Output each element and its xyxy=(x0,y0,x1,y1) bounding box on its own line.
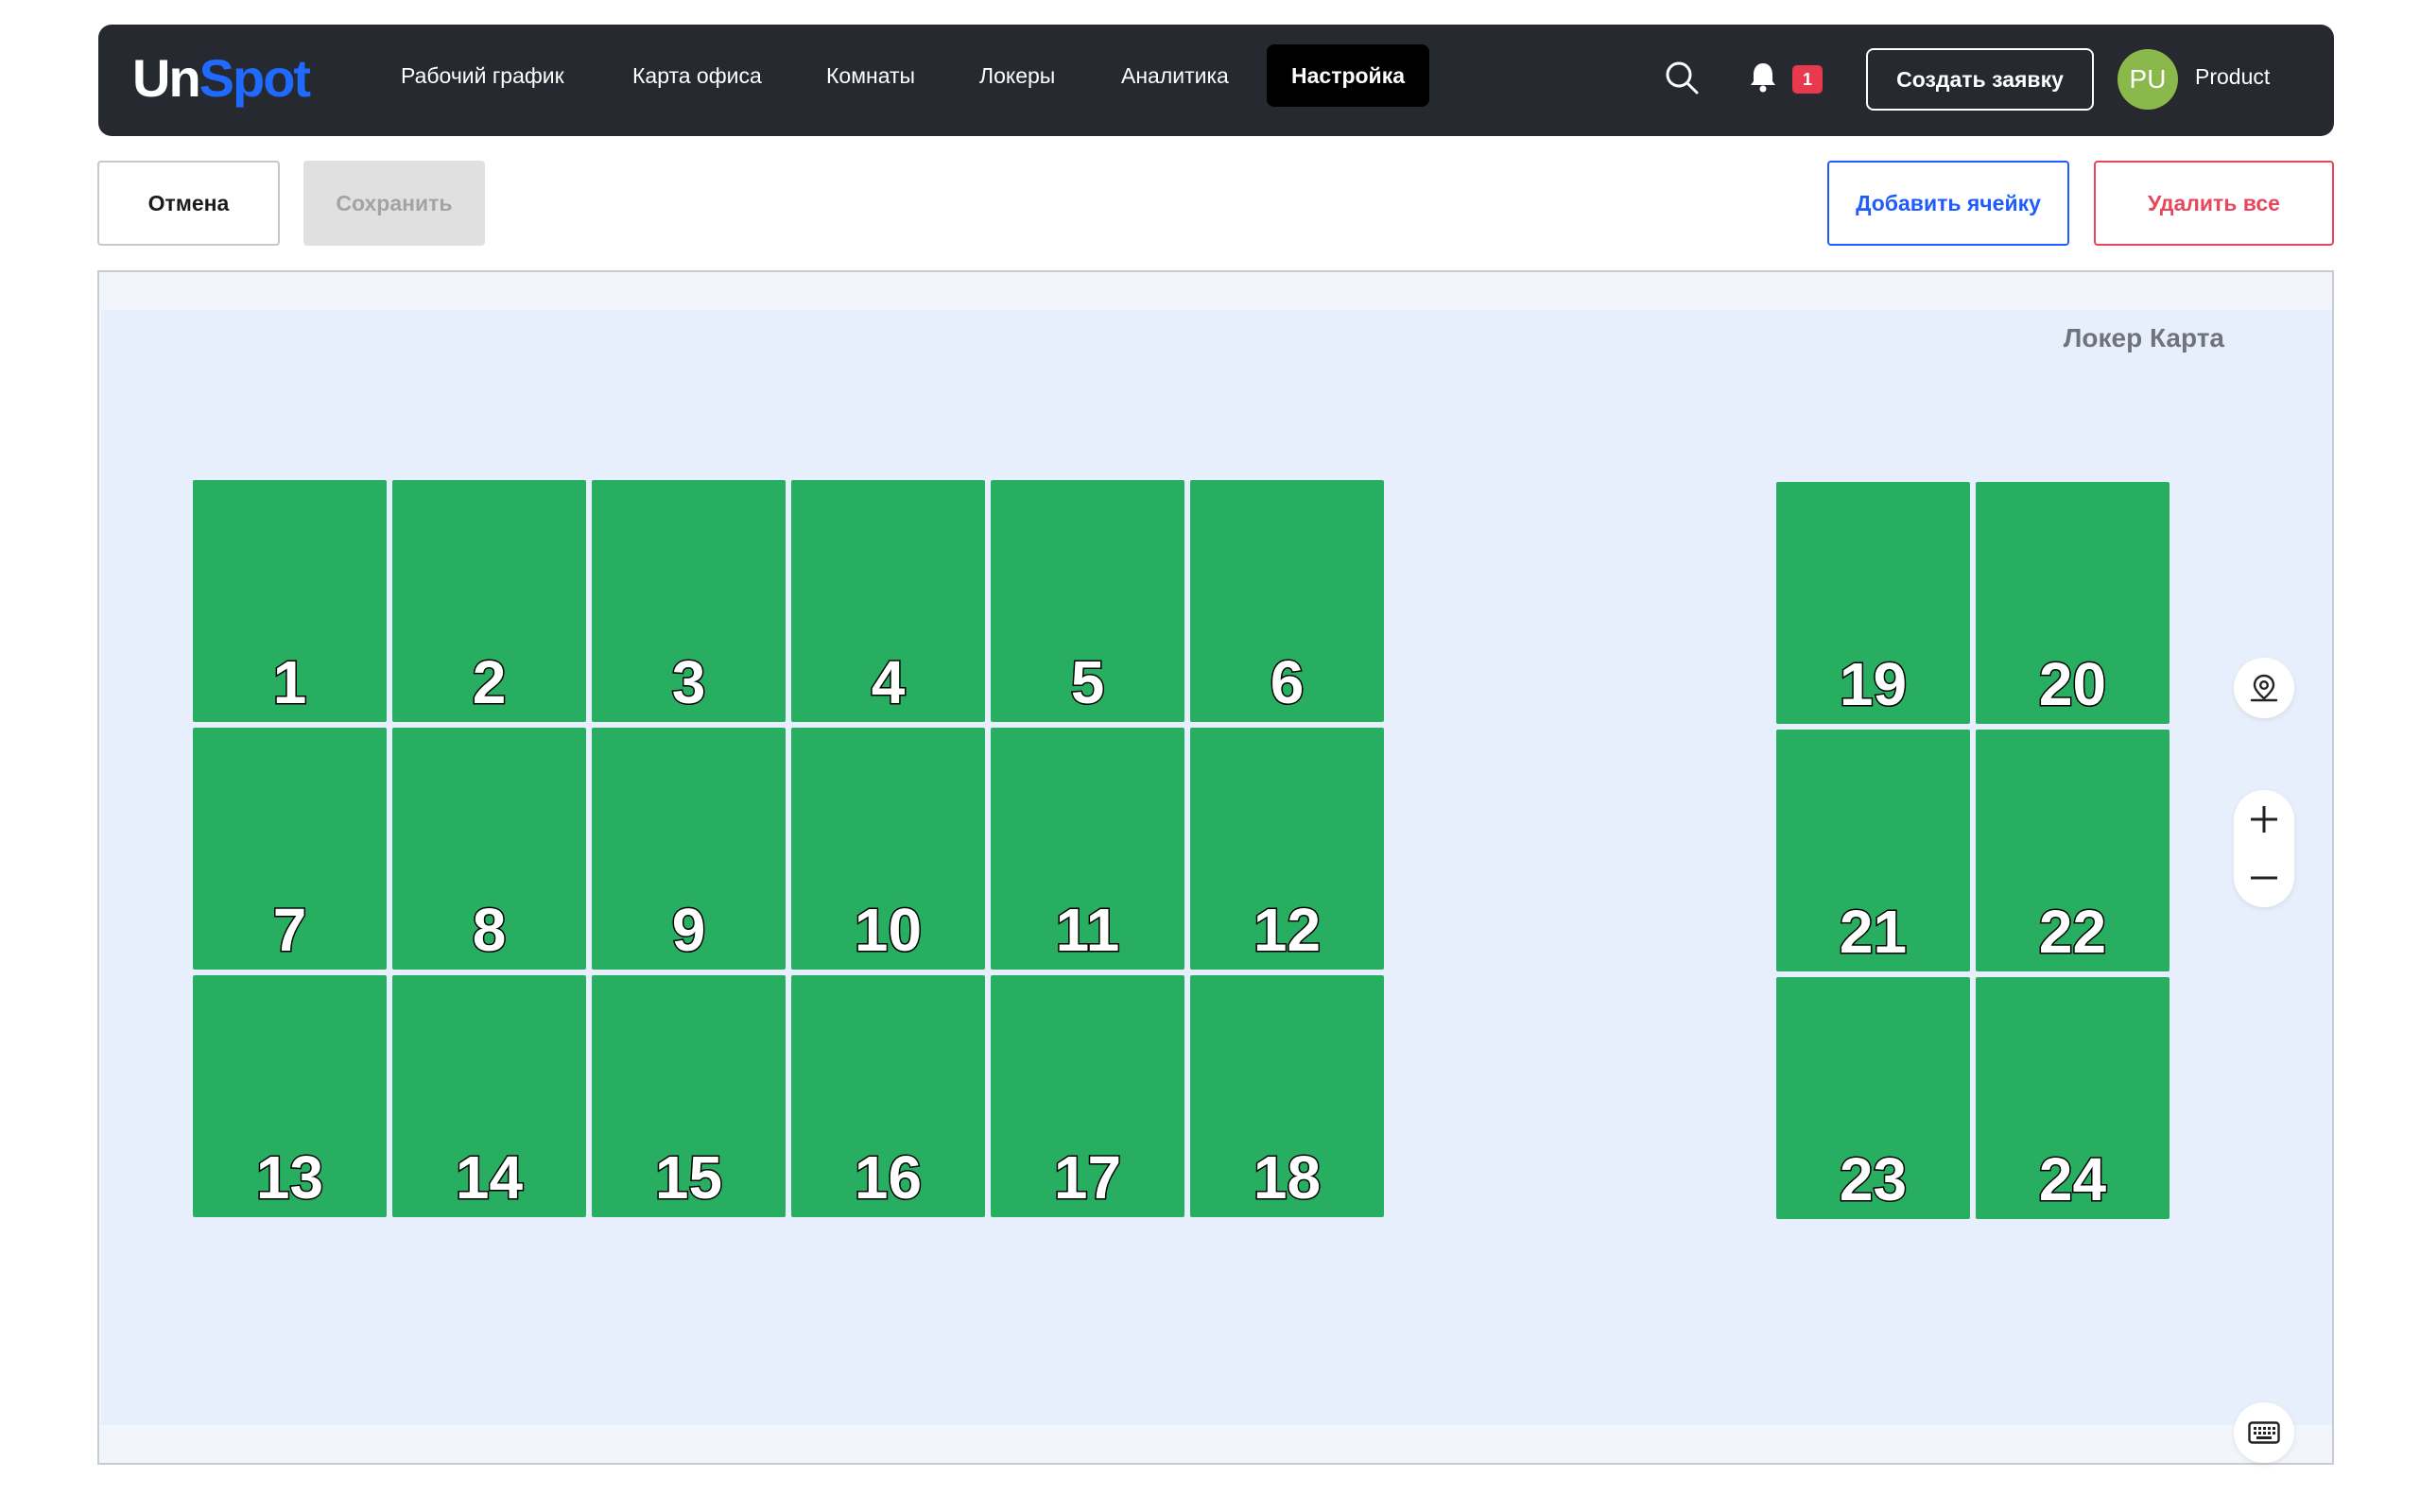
delete-all-button[interactable]: Удалить все xyxy=(2094,161,2334,246)
locker-cell-number: 2 xyxy=(471,648,508,716)
locker-cell-11[interactable]: 11 xyxy=(991,728,1184,970)
locker-cell-22[interactable]: 22 xyxy=(1976,730,2169,971)
locker-cell-23[interactable]: 23 xyxy=(1776,977,1970,1219)
nav-item-rooms[interactable]: Комнаты xyxy=(826,44,915,107)
top-nav-bar: UnSpot Рабочий график Карта офиса Комнат… xyxy=(98,25,2334,136)
nav-item-settings[interactable]: Настройка xyxy=(1267,44,1429,107)
locker-cell-number: 19 xyxy=(1838,650,1908,718)
locker-cell-20[interactable]: 20 xyxy=(1976,482,2169,724)
zoom-in-icon xyxy=(2251,806,2277,833)
zoom-in-button[interactable] xyxy=(2234,790,2294,849)
locker-cell-7[interactable]: 7 xyxy=(193,728,387,970)
locker-cell-number: 24 xyxy=(2037,1145,2107,1213)
search-icon[interactable] xyxy=(1664,60,1700,95)
locker-map-panel: Локер Карта 1 2 3 4 5 6 7 8 9 10 11 12 1… xyxy=(97,270,2334,1465)
notification-badge: 1 xyxy=(1792,65,1823,94)
cancel-button[interactable]: Отмена xyxy=(97,161,280,246)
locker-cell-14[interactable]: 14 xyxy=(392,975,586,1217)
logo-text-un: Un xyxy=(132,48,201,108)
nav-item-work-schedule[interactable]: Рабочий график xyxy=(401,44,564,107)
locker-cell-number: 10 xyxy=(853,896,923,964)
locker-cell-13[interactable]: 13 xyxy=(193,975,387,1217)
locker-cell-21[interactable]: 21 xyxy=(1776,730,1970,971)
locker-cell-number: 8 xyxy=(471,896,508,964)
locker-cell-number: 3 xyxy=(670,648,707,716)
locker-cell-19[interactable]: 19 xyxy=(1776,482,1970,724)
locker-cell-10[interactable]: 10 xyxy=(791,728,985,970)
locker-cell-6[interactable]: 6 xyxy=(1190,480,1384,722)
locker-cell-number: 22 xyxy=(2037,898,2107,966)
locker-cell-number: 18 xyxy=(1252,1143,1322,1211)
user-name[interactable]: Product xyxy=(2195,64,2270,90)
locker-cell-12[interactable]: 12 xyxy=(1190,728,1384,970)
locker-cell-number: 15 xyxy=(653,1143,723,1211)
locker-map-canvas[interactable]: Локер Карта 1 2 3 4 5 6 7 8 9 10 11 12 1… xyxy=(101,310,2332,1463)
create-request-button[interactable]: Создать заявку xyxy=(1866,48,2094,111)
locker-cell-4[interactable]: 4 xyxy=(791,480,985,722)
locate-button[interactable] xyxy=(2234,658,2294,718)
locker-cell-18[interactable]: 18 xyxy=(1190,975,1384,1217)
locker-cell-9[interactable]: 9 xyxy=(592,728,786,970)
locker-cell-number: 7 xyxy=(271,896,308,964)
keyboard-shortcuts-button[interactable] xyxy=(2234,1402,2294,1463)
bell-icon[interactable] xyxy=(1749,60,1777,93)
locker-cell-16[interactable]: 16 xyxy=(791,975,985,1217)
zoom-control xyxy=(2234,790,2294,907)
locker-cell-number: 6 xyxy=(1269,648,1305,716)
locker-cell-24[interactable]: 24 xyxy=(1976,977,2169,1219)
locker-cell-number: 9 xyxy=(670,896,707,964)
unspot-logo[interactable]: UnSpot xyxy=(132,45,311,112)
locker-cell-number: 17 xyxy=(1052,1143,1122,1211)
locker-cell-number: 14 xyxy=(454,1143,524,1211)
locker-cell-2[interactable]: 2 xyxy=(392,480,586,722)
keyboard-icon xyxy=(2248,1421,2280,1444)
add-cell-button[interactable]: Добавить ячейку xyxy=(1827,161,2069,246)
nav-item-lockers[interactable]: Локеры xyxy=(979,44,1055,107)
locker-cell-5[interactable]: 5 xyxy=(991,480,1184,722)
locker-cell-number: 11 xyxy=(1054,896,1121,964)
logo-text-spot: Spot xyxy=(199,48,311,108)
locker-cell-3[interactable]: 3 xyxy=(592,480,786,722)
locker-cell-17[interactable]: 17 xyxy=(991,975,1184,1217)
save-button[interactable]: Сохранить xyxy=(303,161,485,246)
zoom-out-button[interactable] xyxy=(2234,849,2294,907)
locker-cell-number: 23 xyxy=(1838,1145,1908,1213)
locker-cell-number: 21 xyxy=(1838,898,1908,966)
locker-cell-number: 4 xyxy=(870,648,907,716)
avatar[interactable]: PU xyxy=(2118,49,2178,110)
locker-cell-1[interactable]: 1 xyxy=(193,480,387,722)
nav-item-analytics[interactable]: Аналитика xyxy=(1121,44,1229,107)
locker-cell-number: 16 xyxy=(853,1143,923,1211)
zoom-out-icon xyxy=(2251,876,2277,880)
locker-cell-number: 1 xyxy=(271,648,308,716)
locker-cell-number: 12 xyxy=(1252,896,1322,964)
map-title: Локер Карта xyxy=(2063,323,2224,352)
nav-item-office-map[interactable]: Карта офиса xyxy=(632,44,762,107)
locker-cell-number: 5 xyxy=(1069,648,1106,716)
location-pin-icon xyxy=(2250,674,2278,702)
locker-cell-15[interactable]: 15 xyxy=(592,975,786,1217)
locker-cell-number: 13 xyxy=(254,1143,324,1211)
locker-cell-number: 20 xyxy=(2037,650,2107,718)
locker-cell-8[interactable]: 8 xyxy=(392,728,586,970)
